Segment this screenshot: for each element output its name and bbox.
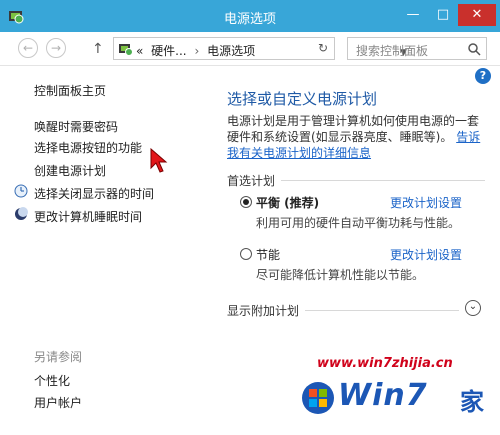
up-button[interactable]: ↑ <box>92 41 104 57</box>
plan-power-saver-name[interactable]: 节能 <box>256 246 280 263</box>
sidebar-control-panel-home[interactable]: 控制面板主页 <box>34 82 106 99</box>
sidebar-item-power-buttons[interactable]: 选择电源按钮的功能 <box>34 139 142 156</box>
sidebar-item-create-plan[interactable]: 创建电源计划 <box>34 162 106 179</box>
refresh-icon[interactable]: ↻ <box>318 41 328 55</box>
breadcrumb-item-hardware[interactable]: 硬件... <box>151 44 186 58</box>
additional-plans-label[interactable]: 显示附加计划 <box>227 302 306 319</box>
forward-button[interactable]: → <box>46 38 66 58</box>
breadcrumb-item-power-options[interactable]: 电源选项 <box>207 44 255 58</box>
mouse-cursor-icon <box>150 148 168 173</box>
additional-plans-header[interactable]: 显示附加计划 <box>227 302 459 319</box>
watermark-logo-suffix: 家 <box>460 388 484 416</box>
breadcrumb-overflow[interactable]: « <box>136 44 143 58</box>
search-box[interactable]: 搜索控制面板 <box>347 37 487 60</box>
plan-power-saver-change-settings-link[interactable]: 更改计划设置 <box>390 246 462 263</box>
title-bar: 电源选项 — □ ✕ <box>0 0 500 32</box>
plan-power-saver-radio[interactable] <box>240 248 252 260</box>
plan-balanced-name[interactable]: 平衡 (推荐) <box>256 194 319 211</box>
page-description: 电源计划是用于管理计算机如何使用电源的一套硬件和系统设置(如显示器亮度、睡眠等)… <box>227 113 487 161</box>
sleep-moon-icon <box>15 207 28 220</box>
see-also-header: 另请参阅 <box>34 350 83 364</box>
watermark-site-text: www.win7zhijia.cn <box>317 356 453 371</box>
navigation-bar: ← → ↑ « 硬件... › 电源选项 ▼ ↻ 搜索控制面板 <box>0 32 500 66</box>
back-button[interactable]: ← <box>18 38 38 58</box>
plan-balanced-radio[interactable] <box>240 196 252 208</box>
watermark-logo-text: Win7 <box>338 378 428 413</box>
minimize-button[interactable]: — <box>398 4 428 26</box>
radio-selected-dot <box>243 199 249 205</box>
display-timer-icon <box>14 184 28 198</box>
sidebar-item-sleep-time[interactable]: 更改计算机睡眠时间 <box>34 208 142 225</box>
sidebar-item-require-password[interactable]: 唤醒时需要密码 <box>34 118 118 135</box>
page-title: 选择或自定义电源计划 <box>227 90 378 108</box>
sidebar-item-display-off[interactable]: 选择关闭显示器的时间 <box>34 185 154 202</box>
address-bar[interactable]: « 硬件... › 电源选项 ▼ <box>113 37 407 60</box>
search-icon[interactable] <box>467 42 481 56</box>
preferred-plans-header: 首选计划 <box>227 172 485 189</box>
plan-power-saver-description: 尽可能降低计算机性能以节能。 <box>256 268 425 282</box>
help-icon[interactable]: ? <box>475 68 491 84</box>
search-input[interactable]: 搜索控制面板 <box>356 42 428 59</box>
maximize-button[interactable]: □ <box>428 4 458 26</box>
description-text: 电源计划是用于管理计算机如何使用电源的一套硬件和系统设置(如显示器亮度、睡眠等)… <box>227 114 480 144</box>
breadcrumb-separator[interactable]: › <box>194 44 199 58</box>
preferred-plans-label: 首选计划 <box>227 172 282 189</box>
control-panel-icon <box>119 44 133 56</box>
plan-balanced-description: 利用可用的硬件自动平衡功耗与性能。 <box>256 216 461 230</box>
breadcrumb: « 硬件... › 电源选项 <box>136 42 255 59</box>
close-button[interactable]: ✕ <box>458 4 496 26</box>
see-also-user-accounts[interactable]: 用户帐户 <box>34 394 82 411</box>
expand-chevron-icon[interactable]: ⌄ <box>465 300 481 316</box>
see-also-personalization[interactable]: 个性化 <box>34 372 70 389</box>
plan-balanced-change-settings-link[interactable]: 更改计划设置 <box>390 194 462 211</box>
